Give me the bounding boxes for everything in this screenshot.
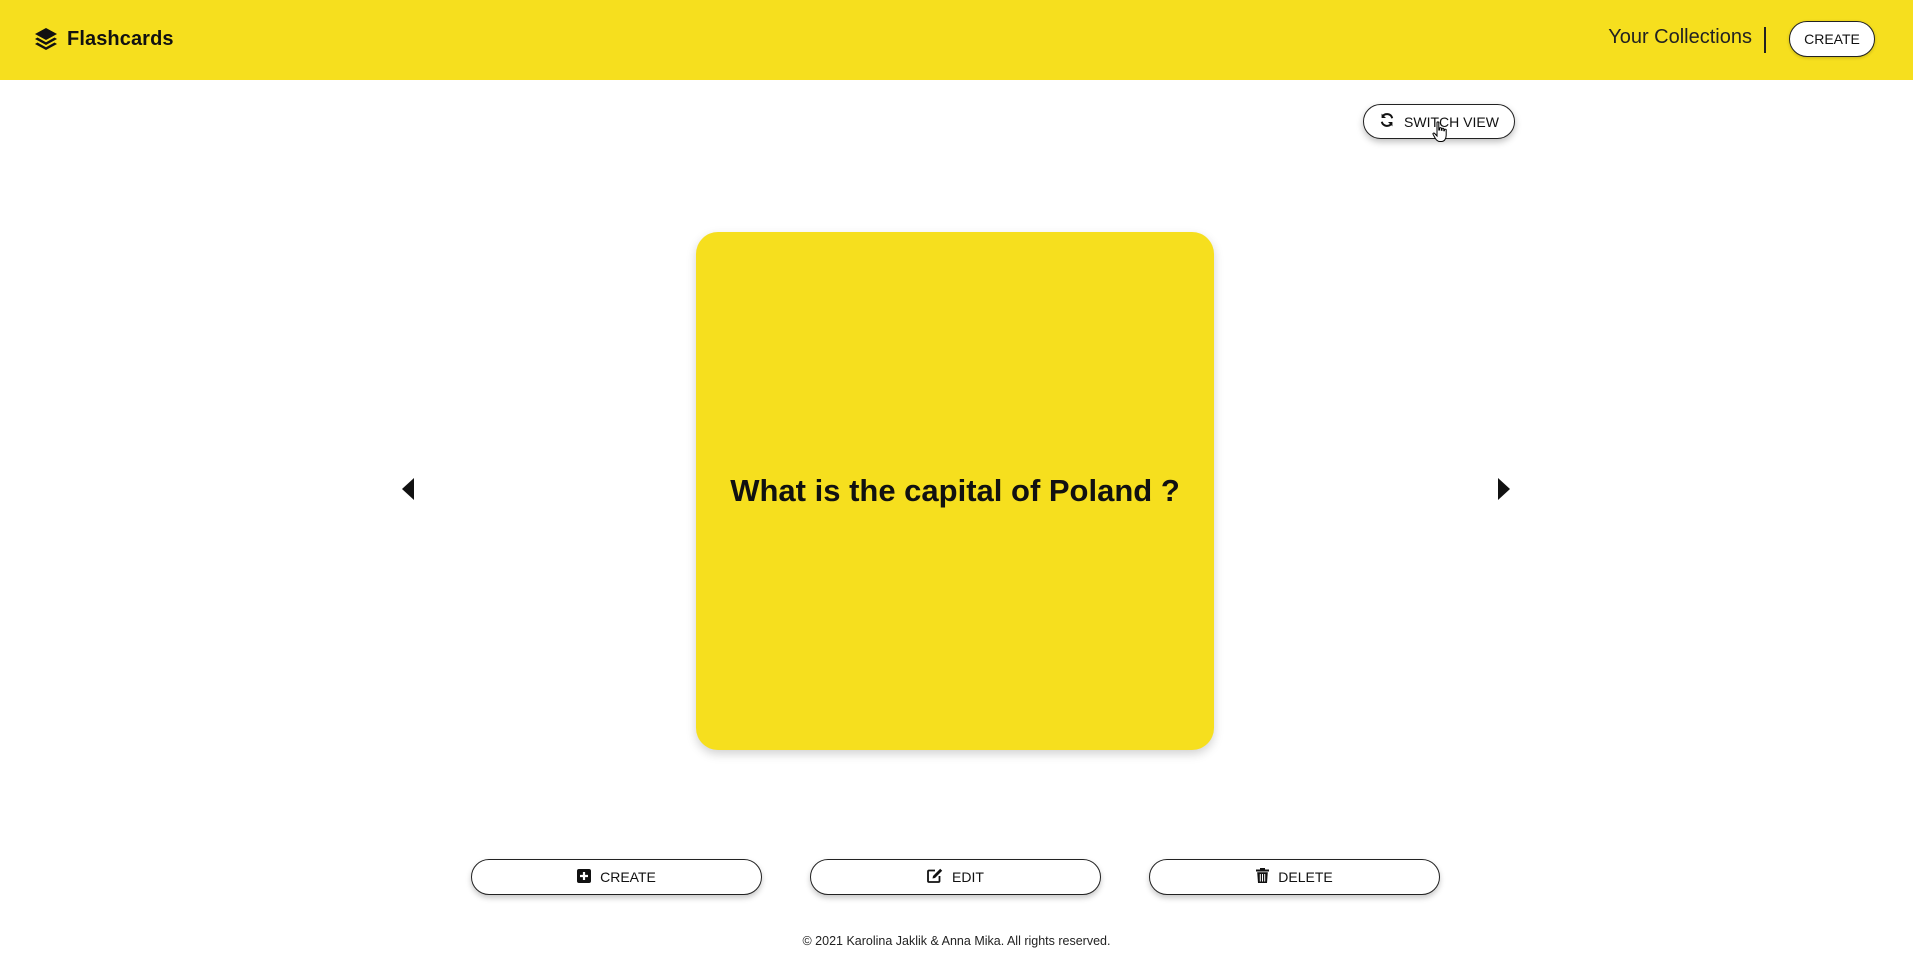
- refresh-icon: [1379, 112, 1395, 131]
- plus-square-icon: [577, 868, 592, 886]
- flashcard-question: What is the capital of Poland ?: [730, 473, 1180, 508]
- previous-card-button[interactable]: [396, 476, 420, 506]
- footer-copyright: © 2021 Karolina Jaklik & Anna Mika. All …: [802, 934, 1111, 948]
- header-create-button[interactable]: CREATE: [1789, 21, 1875, 57]
- trash-icon: [1256, 868, 1270, 886]
- caret-left-icon: [401, 477, 415, 506]
- edit-card-label: EDIT: [952, 869, 984, 885]
- create-card-label: CREATE: [600, 869, 656, 885]
- switch-view-button[interactable]: SWITCH VIEW: [1363, 104, 1515, 139]
- nav-your-collections[interactable]: Your Collections: [1608, 26, 1752, 49]
- nav-divider: [1764, 27, 1766, 53]
- navbar: Flashcards Your Collections CREATE: [0, 0, 1913, 80]
- flashcard[interactable]: What is the capital of Poland ?: [696, 232, 1214, 750]
- caret-right-icon: [1497, 477, 1511, 506]
- header-create-label: CREATE: [1804, 31, 1860, 47]
- layers-icon: [33, 26, 59, 52]
- brand-name: Flashcards: [67, 27, 174, 50]
- next-card-button[interactable]: [1492, 476, 1516, 506]
- switch-view-label: SWITCH VIEW: [1404, 113, 1499, 130]
- delete-card-label: DELETE: [1278, 869, 1333, 885]
- delete-card-button[interactable]: DELETE: [1149, 859, 1440, 895]
- brand-link[interactable]: Flashcards: [33, 26, 174, 52]
- edit-icon: [927, 868, 943, 886]
- create-card-button[interactable]: CREATE: [471, 859, 762, 895]
- edit-card-button[interactable]: EDIT: [810, 859, 1101, 895]
